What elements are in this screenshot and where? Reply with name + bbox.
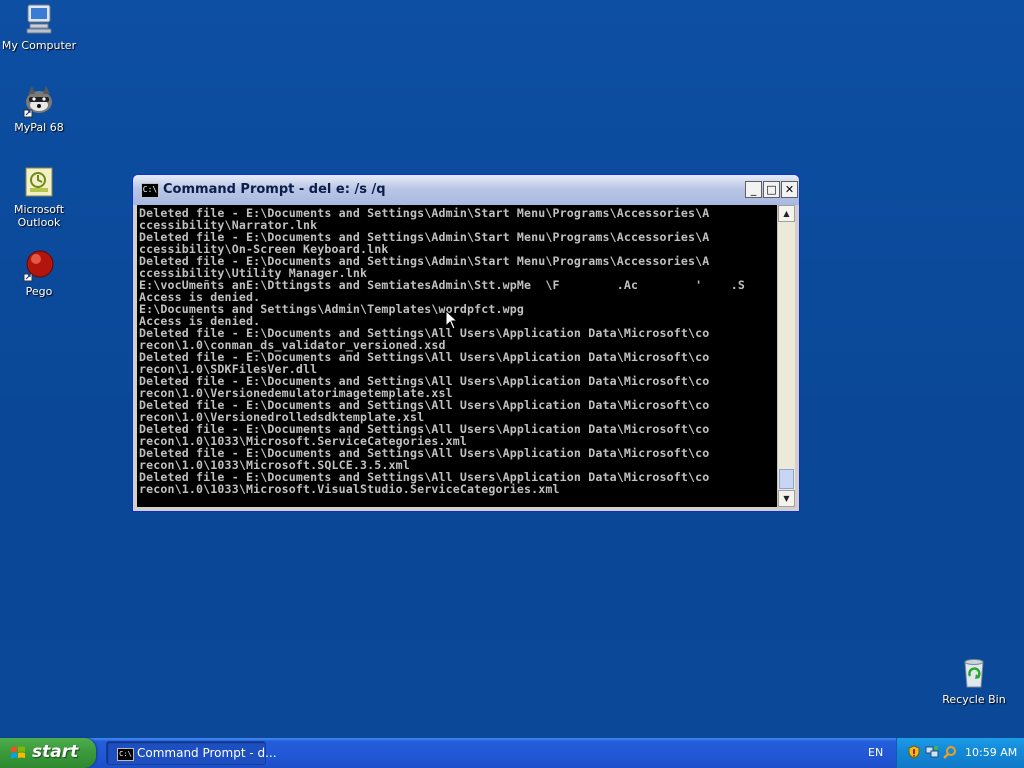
console-output-area[interactable]: Deleted file - E:\Documents and Settings… bbox=[137, 205, 777, 507]
desktop-icon-my-computer[interactable]: My Computer bbox=[0, 2, 79, 52]
system-tray: 10:59 AM bbox=[896, 738, 1024, 768]
raccoon-icon bbox=[22, 84, 56, 118]
taskbar-button-command-prompt[interactable]: C:\ Command Prompt - d... bbox=[106, 741, 277, 765]
desktop-icon-label: Pego bbox=[25, 285, 53, 298]
start-button[interactable]: start bbox=[0, 738, 96, 768]
scroll-up-arrow-icon[interactable]: ▲ bbox=[778, 205, 795, 222]
search-icon[interactable] bbox=[943, 745, 957, 759]
minimize-button[interactable]: _ bbox=[745, 181, 762, 198]
desktop-icon-mypal[interactable]: MyPal 68 bbox=[0, 84, 79, 134]
windows-logo-icon bbox=[11, 746, 25, 759]
computer-icon bbox=[22, 2, 56, 36]
outlook-icon bbox=[22, 166, 56, 200]
console-text: Deleted file - E:\Documents and Settings… bbox=[139, 206, 746, 496]
network-icon[interactable] bbox=[925, 745, 939, 759]
close-button[interactable]: ✕ bbox=[781, 181, 798, 198]
maximize-button[interactable]: □ bbox=[763, 181, 780, 198]
console-icon[interactable]: C:\ bbox=[141, 183, 159, 198]
security-shield-icon[interactable] bbox=[907, 745, 921, 759]
desktop-icon-label: My Computer bbox=[1, 39, 77, 52]
language-indicator[interactable]: EN bbox=[868, 746, 883, 759]
red-ball-icon bbox=[22, 248, 56, 282]
recycle-bin-icon bbox=[957, 656, 991, 690]
desktop: My Computer MyPal 68 Microsoft Outlook P… bbox=[0, 0, 1024, 738]
window-titlebar[interactable]: C:\ Command Prompt - del e: /s /q _ □ ✕ bbox=[133, 175, 799, 205]
clock[interactable]: 10:59 AM bbox=[965, 746, 1017, 759]
desktop-icon-label: Recycle Bin bbox=[942, 693, 1006, 706]
desktop-icon-pego[interactable]: Pego bbox=[0, 248, 79, 298]
desktop-icon-recycle-bin[interactable]: Recycle Bin bbox=[934, 656, 1014, 706]
scroll-down-arrow-icon[interactable]: ▼ bbox=[778, 490, 795, 507]
scrollbar-thumb[interactable] bbox=[779, 469, 794, 489]
taskbar-button-label: Command Prompt - d... bbox=[137, 746, 277, 760]
vertical-scrollbar[interactable]: ▲ ▼ bbox=[777, 205, 795, 507]
desktop-icon-label: MyPal 68 bbox=[14, 121, 64, 134]
console-icon: C:\ bbox=[117, 748, 134, 761]
desktop-icon-outlook[interactable]: Microsoft Outlook bbox=[0, 166, 79, 229]
mouse-cursor-icon bbox=[446, 311, 458, 330]
desktop-icon-label: Microsoft Outlook bbox=[13, 203, 65, 229]
window-title: Command Prompt - del e: /s /q bbox=[163, 182, 386, 197]
taskbar: start C:\ Command Prompt - d... EN 10:59… bbox=[0, 738, 1024, 768]
start-label: start bbox=[32, 742, 79, 762]
command-prompt-window[interactable]: C:\ Command Prompt - del e: /s /q _ □ ✕ … bbox=[132, 174, 800, 512]
